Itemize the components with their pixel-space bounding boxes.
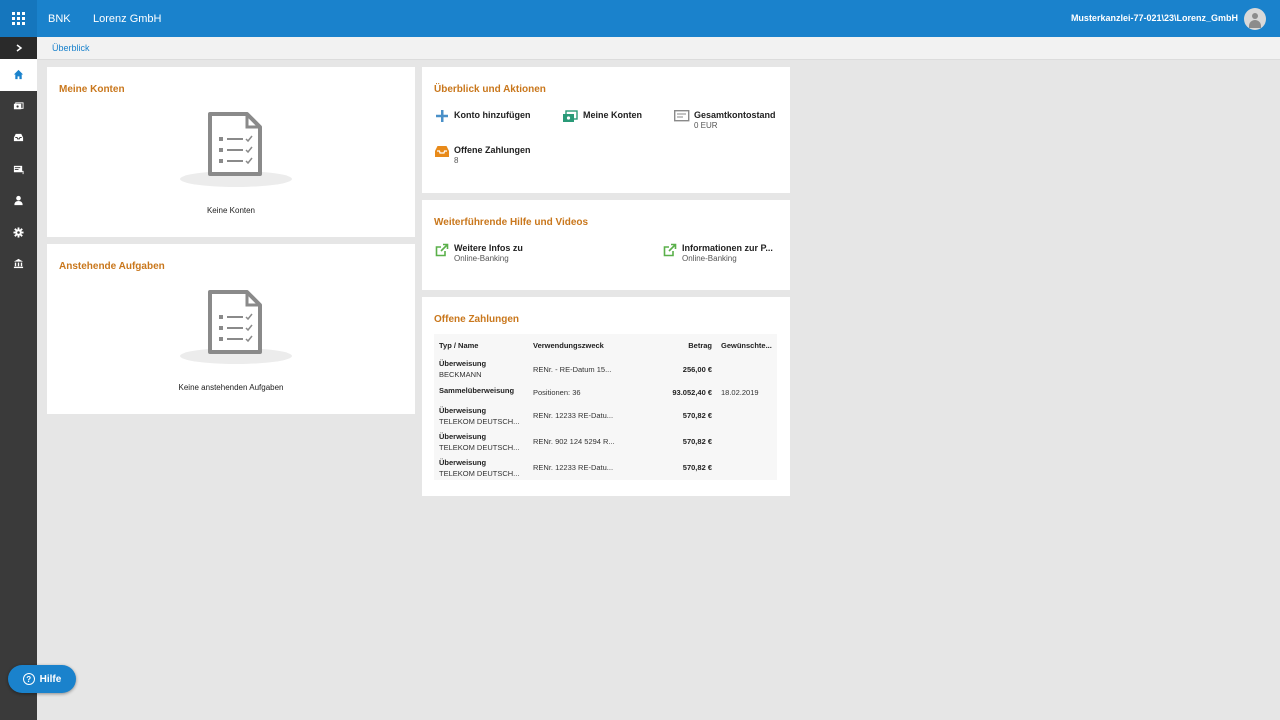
card-help-videos: Weiterführende Hilfe und Videos Weitere … [422, 200, 790, 290]
payment-type: Überweisung [439, 458, 487, 467]
card-overview-actions: Überblick und Aktionen Konto hinzufügen … [422, 67, 790, 193]
total-balance-value: 0 EUR [694, 121, 718, 130]
sidebar-item-inbox[interactable] [0, 122, 37, 154]
table-row[interactable]: Überweisung TELEKOM DEUTSCH... RENr. 122… [434, 405, 777, 431]
external-link-icon [435, 243, 449, 257]
home-icon [13, 70, 24, 80]
help-button[interactable]: ? Hilfe [8, 665, 76, 693]
payment-purpose: RENr. 12233 RE-Datu... [533, 463, 614, 472]
help-link-sub: Online-Banking [682, 254, 737, 263]
payment-amount: 93.052,40 € [672, 388, 712, 397]
payment-name: TELEKOM DEUTSCH... [439, 417, 520, 426]
chevron-right-icon [16, 44, 22, 52]
open-payments-label: Offene Zahlungen [454, 145, 531, 155]
external-link-icon [663, 243, 677, 257]
card-my-accounts: Meine Konten Keine Konten [47, 67, 415, 237]
my-accounts-action[interactable]: Meine Konten [563, 110, 642, 124]
payment-purpose: Positionen: 36 [533, 388, 581, 397]
empty-accounts-text: Keine Konten [206, 206, 256, 215]
help-link-label: Weitere Infos zu [454, 243, 523, 253]
total-balance-label: Gesamtkontostand [694, 110, 776, 120]
inbox-icon [13, 134, 24, 142]
payment-purpose: RENr. - RE-Datum 15... [533, 365, 612, 374]
user-icon [14, 196, 23, 206]
plus-icon [436, 110, 448, 122]
empty-document-icon [208, 112, 262, 176]
brand-label[interactable]: BNK [48, 13, 93, 25]
accounts-icon [13, 102, 24, 109]
payment-type: Überweisung [439, 359, 487, 368]
bank-icon [13, 259, 24, 269]
payment-name: BECKMANN [439, 370, 482, 379]
payment-amount: 256,00 € [682, 365, 712, 374]
balance-icon [674, 110, 690, 122]
total-balance-action[interactable]: Gesamtkontostand 0 EUR [674, 110, 776, 131]
sidebar-item-bank[interactable] [0, 248, 37, 280]
table-row[interactable]: Überweisung BECKMANN RENr. - RE-Datum 15… [434, 357, 777, 383]
add-account-action[interactable]: Konto hinzufügen [434, 110, 530, 124]
card-pending-tasks: Anstehende Aufgaben Keine anstehenden Au… [47, 244, 415, 414]
table-row[interactable]: Überweisung TELEKOM DEUTSCH... RENr. 902… [434, 431, 777, 457]
payment-name: TELEKOM DEUTSCH... [439, 469, 520, 478]
client-name[interactable]: Lorenz GmbH [93, 13, 161, 25]
payment-type: Überweisung [439, 432, 487, 441]
payments-table: Typ / Name Verwendungszweck Betrag Gewün… [434, 334, 777, 480]
column-header-type[interactable]: Typ / Name [439, 341, 478, 350]
empty-tasks-text: Keine anstehenden Aufgaben [178, 383, 284, 392]
sidebar-toggle[interactable] [0, 37, 37, 59]
help-button-label: Hilfe [39, 673, 62, 685]
open-payments-action[interactable]: Offene Zahlungen 8 [434, 145, 531, 166]
help-link-label: Informationen zur P... [682, 243, 773, 253]
help-link-sub: Online-Banking [454, 254, 509, 263]
breadcrumb-item-overview[interactable]: Überblick [52, 43, 90, 53]
sidebar-item-accounts[interactable] [0, 91, 37, 123]
question-icon: ? [22, 673, 35, 685]
column-header-amount[interactable]: Betrag [688, 341, 712, 350]
payment-purpose: RENr. 12233 RE-Datu... [533, 411, 614, 420]
online-banking-info-link[interactable]: Weitere Infos zu Online-Banking [434, 243, 523, 264]
column-header-date[interactable]: Gewünschte... [721, 341, 772, 350]
payment-type: Sammelüberweisung [439, 386, 515, 395]
payment-purpose: RENr. 902 124 5294 R... [533, 437, 615, 446]
sidebar-item-home[interactable] [0, 59, 37, 91]
card-title: Überblick und Aktionen [434, 84, 546, 95]
payment-name: TELEKOM DEUTSCH... [439, 443, 520, 452]
payment-date: 18.02.2019 [721, 388, 759, 397]
payment-type: Überweisung [439, 406, 487, 415]
top-bar: BNK Lorenz GmbH Musterkanzlei-77-021\23\… [0, 0, 1280, 37]
empty-document-icon [208, 290, 262, 354]
card-title: Weiterführende Hilfe und Videos [434, 217, 589, 228]
avatar[interactable] [1244, 8, 1266, 30]
card-title: Meine Konten [59, 84, 125, 95]
sidebar-item-settings[interactable] [0, 217, 37, 249]
payments-icon [13, 165, 24, 174]
gear-icon [13, 227, 24, 238]
payment-amount: 570,82 € [682, 463, 712, 472]
open-payments-count: 8 [454, 156, 459, 165]
breadcrumb: Überblick [37, 37, 1280, 60]
grid-icon [12, 12, 25, 25]
sidebar-item-user[interactable] [0, 185, 37, 217]
my-accounts-label: Meine Konten [583, 110, 643, 120]
inbox-icon [435, 146, 449, 157]
column-header-purpose[interactable]: Verwendungszweck [533, 341, 604, 350]
payment-amount: 570,82 € [682, 437, 712, 446]
sidebar-item-payments[interactable] [0, 154, 37, 186]
user-name[interactable]: Musterkanzlei-77-021\23\Lorenz_GmbH [1071, 13, 1238, 23]
payment-amount: 570,82 € [682, 411, 712, 420]
table-row[interactable]: Überweisung TELEKOM DEUTSCH... RENr. 122… [434, 457, 777, 483]
online-banking-info-link-2[interactable]: Informationen zur P... Online-Banking [662, 243, 773, 264]
card-title: Anstehende Aufgaben [59, 261, 165, 272]
add-account-label: Konto hinzufügen [454, 110, 531, 120]
card-title: Offene Zahlungen [434, 314, 519, 325]
accounts-icon [563, 110, 578, 122]
sidebar [0, 37, 37, 720]
app-launcher-button[interactable] [0, 0, 37, 37]
